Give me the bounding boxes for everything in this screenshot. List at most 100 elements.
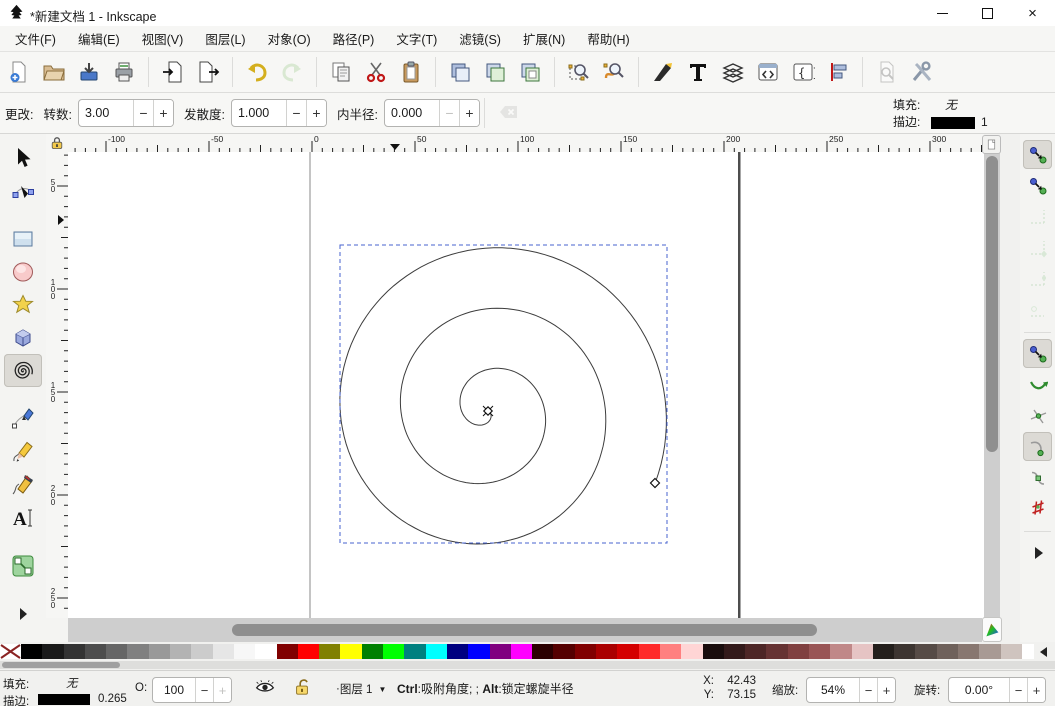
palette-swatch[interactable]	[233, 644, 256, 659]
palette-swatch[interactable]	[404, 644, 426, 659]
object-properties-button[interactable]: { }	[788, 57, 818, 87]
tool-option-value-2[interactable]: 0.000	[385, 100, 439, 126]
palette-swatch[interactable]	[596, 644, 618, 659]
palette-swatch[interactable]	[915, 644, 937, 659]
pen-tool-button[interactable]	[4, 402, 42, 435]
preferences-button[interactable]	[907, 57, 937, 87]
clone-button[interactable]	[480, 57, 510, 87]
snap-bbox-centers-button[interactable]	[1023, 295, 1052, 324]
selector-tool-button[interactable]	[4, 141, 42, 174]
snap-cusp-nodes-button[interactable]	[1023, 432, 1052, 461]
zoom-minus-button[interactable]: −	[859, 678, 877, 702]
layer-selector-dropdown[interactable]: · 图层 1 ▼	[328, 677, 395, 701]
palette-swatch[interactable]	[830, 644, 852, 659]
palette-swatch[interactable]	[702, 644, 724, 659]
close-button[interactable]: ×	[1010, 0, 1055, 26]
canvas[interactable]	[68, 152, 984, 618]
node-tool-button[interactable]	[4, 174, 42, 207]
paste-button[interactable]	[396, 57, 426, 87]
palette-swatch[interactable]	[425, 644, 447, 659]
tool-option-value-1[interactable]: 1.000	[232, 100, 286, 126]
snap-nodes-button[interactable]	[1023, 339, 1052, 368]
palette-swatch[interactable]	[276, 644, 298, 659]
menu-5[interactable]: 路径(P)	[322, 25, 386, 52]
status-stroke-swatch[interactable]	[38, 694, 90, 705]
save-button[interactable]	[74, 57, 104, 87]
zoom-spinbox[interactable]: 54% − +	[806, 677, 896, 703]
menu-4[interactable]: 对象(O)	[257, 25, 322, 52]
tool-option-spinbox-0[interactable]: 3.00− +	[77, 99, 174, 127]
rotation-spinbox[interactable]: 0.00° − +	[948, 677, 1046, 703]
zoom-drawing-button[interactable]	[599, 57, 629, 87]
palette-swatch[interactable]	[297, 644, 320, 659]
tool-option-spinbox-2[interactable]: 0.000− +	[383, 99, 480, 127]
unlink-clone-button[interactable]	[515, 57, 545, 87]
import-button[interactable]	[158, 57, 188, 87]
duplicate-button[interactable]	[445, 57, 475, 87]
redo-button[interactable]	[277, 57, 307, 87]
opacity-plus-button[interactable]: +	[213, 678, 231, 702]
snap-paths-button[interactable]	[1023, 370, 1052, 399]
fill-stroke-dialog-button[interactable]	[648, 57, 678, 87]
palette-swatch[interactable]	[489, 644, 511, 659]
palette-swatch[interactable]	[106, 644, 128, 659]
menu-1[interactable]: 编辑(E)	[67, 25, 131, 52]
rotation-value[interactable]: 0.00°	[949, 678, 1009, 702]
menu-0[interactable]: 文件(F)	[4, 25, 67, 52]
horizontal-ruler[interactable]: -100 -50 0 50 100 150 200 250 300	[68, 134, 984, 152]
cut-button[interactable]	[361, 57, 391, 87]
palette-swatch[interactable]	[84, 644, 107, 659]
opacity-spinbox[interactable]: 100 − +	[152, 677, 232, 703]
rotation-plus-button[interactable]: +	[1027, 678, 1045, 702]
palette-swatch[interactable]	[872, 644, 895, 659]
palette-scrollbar-thumb[interactable]	[2, 662, 120, 668]
layers-dialog-button[interactable]	[718, 57, 748, 87]
pencil-tool-button[interactable]	[4, 435, 42, 468]
palette-swatch[interactable]	[446, 644, 469, 659]
palette-swatch[interactable]	[532, 644, 554, 659]
zoom-selection-button[interactable]	[564, 57, 594, 87]
snap-bbox-button[interactable]	[1023, 171, 1052, 200]
palette-swatch[interactable]	[787, 644, 809, 659]
star-tool-button[interactable]	[4, 288, 42, 321]
text-tool-button[interactable]: A	[4, 501, 42, 534]
spin-minus-button[interactable]: −	[132, 100, 153, 126]
maximize-button[interactable]	[965, 0, 1010, 26]
connector-tool-button[interactable]	[4, 549, 42, 582]
vertical-ruler[interactable]: 50 100 150 200 250	[46, 152, 68, 618]
palette-swatch[interactable]	[255, 644, 277, 659]
palette-swatch[interactable]	[1000, 644, 1022, 659]
status-fill-value[interactable]: 无	[66, 675, 78, 691]
snapbar-more-button[interactable]	[1023, 538, 1052, 567]
clear-defaults-button[interactable]	[494, 98, 524, 128]
palette-swatch[interactable]	[510, 644, 533, 659]
layer-lock-button[interactable]	[293, 677, 311, 697]
document-new-button[interactable]	[4, 57, 34, 87]
folder-open-button[interactable]	[39, 57, 69, 87]
palette-swatch[interactable]	[723, 644, 746, 659]
rectangle-tool-button[interactable]	[4, 222, 42, 255]
palette-swatch[interactable]	[468, 644, 490, 659]
box3d-tool-button[interactable]	[4, 321, 42, 354]
spin-minus-button[interactable]: −	[285, 100, 306, 126]
palette-swatch[interactable]	[63, 644, 85, 659]
spiral-tool-button[interactable]	[4, 354, 42, 387]
horizontal-scrollbar-thumb[interactable]	[232, 624, 817, 636]
opacity-minus-button[interactable]: −	[195, 678, 213, 702]
snap-bbox-midpoints-button[interactable]	[1023, 264, 1052, 293]
menu-8[interactable]: 扩展(N)	[512, 25, 576, 52]
stroke-color-swatch[interactable]	[931, 116, 975, 129]
rotation-minus-button[interactable]: −	[1009, 678, 1027, 702]
snap-bbox-edges-button[interactable]	[1023, 202, 1052, 231]
palette-swatch[interactable]	[191, 644, 213, 659]
palette-swatch[interactable]	[383, 644, 405, 659]
horizontal-scrollbar[interactable]	[68, 618, 982, 642]
spin-plus-button[interactable]: +	[305, 100, 326, 126]
palette-swatch[interactable]	[617, 644, 639, 659]
vertical-scrollbar-thumb[interactable]	[986, 156, 998, 452]
vertical-scrollbar[interactable]	[984, 152, 1000, 618]
palette-swatch[interactable]	[361, 644, 384, 659]
palette-scrollbar[interactable]	[0, 661, 1055, 669]
snap-smooth-nodes-button[interactable]	[1023, 463, 1052, 492]
toolbox-more-button[interactable]	[4, 597, 42, 630]
